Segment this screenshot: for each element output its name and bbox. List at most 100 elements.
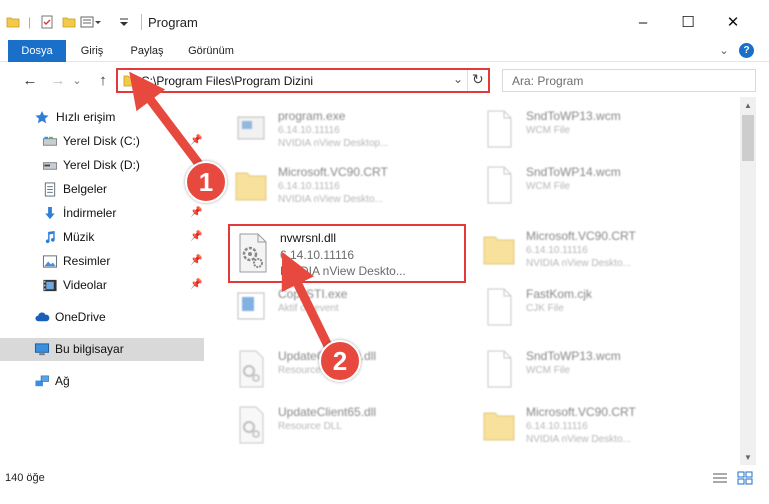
new-folder-icon[interactable] xyxy=(62,11,76,33)
scroll-thumb[interactable] xyxy=(742,115,754,161)
search-input[interactable]: Ara: Program xyxy=(512,74,583,88)
file-item[interactable]: Microsoft.VC90.CRT 6.14.10.11116 NVIDIA … xyxy=(230,161,465,217)
file-item[interactable]: SndToWP13.wcm WCM File xyxy=(478,345,713,401)
generic-file-icon xyxy=(487,288,512,326)
file-item[interactable]: SndToWP13.wcm WCM File xyxy=(478,105,713,161)
address-divider xyxy=(467,70,468,91)
pin-icon[interactable]: 📌 xyxy=(190,207,202,218)
tab-home[interactable]: Giriş xyxy=(70,40,114,62)
refresh-button[interactable]: ↻ xyxy=(472,71,484,88)
tab-file[interactable]: Dosya xyxy=(8,40,66,62)
sidebar-item-network[interactable]: Ağ xyxy=(0,370,204,393)
file-detail: CJK File xyxy=(526,303,564,314)
pin-icon[interactable]: 📌 xyxy=(190,135,202,146)
sidebar-item-onedrive[interactable]: OneDrive xyxy=(0,306,204,329)
details-view-icon[interactable] xyxy=(712,471,728,485)
sidebar-label: Videolar xyxy=(63,278,107,292)
callout-2: 2 xyxy=(319,340,361,382)
pin-icon[interactable]: 📌 xyxy=(190,255,202,266)
close-button[interactable]: ✕ xyxy=(722,12,744,32)
file-item[interactable]: Microsoft.VC90.CRT 6.14.10.11116 NVIDIA … xyxy=(478,401,713,457)
file-item[interactable]: Microsoft.VC90.CRT 6.14.10.11116 NVIDIA … xyxy=(478,225,713,281)
sidebar-item-pictures[interactable]: Resimler 📌 xyxy=(0,250,204,273)
folder-icon xyxy=(483,236,515,265)
address-path[interactable]: C:\Program Files\Program Dizini xyxy=(141,74,313,88)
folder-icon xyxy=(235,172,267,201)
file-item[interactable]: FastKom.cjk CJK File xyxy=(478,283,713,339)
sidebar-item-local-disk-d[interactable]: Yerel Disk (D:) xyxy=(0,154,204,177)
customize-toolbar-icon[interactable] xyxy=(118,11,130,33)
minimize-button[interactable]: – xyxy=(632,12,654,32)
file-detail: NVIDIA nView Desktop... xyxy=(278,138,389,149)
sidebar-label: OneDrive xyxy=(55,310,106,324)
file-name: CopySTI.exe xyxy=(278,287,348,301)
file-name: Microsoft.VC90.CRT xyxy=(278,165,388,179)
file-detail: Resource DLL xyxy=(278,421,342,432)
cloud-icon xyxy=(35,312,50,322)
file-detail: 6.14.10.11116 xyxy=(526,421,588,432)
help-button[interactable]: ? xyxy=(739,43,754,58)
scroll-up-icon[interactable]: ▲ xyxy=(740,97,756,113)
file-name: FastKom.cjk xyxy=(526,287,593,301)
file-name: SndToWP13.wcm xyxy=(526,109,621,123)
file-name: SndToWP14.wcm xyxy=(526,165,621,179)
sidebar-label: Yerel Disk (C:) xyxy=(63,134,140,148)
sidebar-item-documents[interactable]: Belgeler xyxy=(0,178,204,201)
pin-icon[interactable]: 📌 xyxy=(190,231,202,242)
drive-icon xyxy=(42,136,58,146)
file-item[interactable]: SndToWP14.wcm WCM File xyxy=(478,161,713,217)
title-bar: | Program – ☐ ✕ xyxy=(0,0,769,40)
folder-icon xyxy=(6,11,20,33)
network-icon xyxy=(35,375,49,387)
file-detail: NVIDIA nView Deskto... xyxy=(526,258,631,269)
address-bar[interactable]: C:\Program Files\Program Dizini ⌄ ↻ xyxy=(116,68,490,93)
scroll-down-icon[interactable]: ▼ xyxy=(740,449,756,465)
file-detail: 6.14.10.11116 xyxy=(526,245,588,256)
toolbar-separator: | xyxy=(28,15,32,29)
maximize-button[interactable]: ☐ xyxy=(677,12,699,32)
view-options-icon[interactable] xyxy=(80,11,102,33)
highlighted-file[interactable]: nvwrsnl.dll 6.14.10.11116 NVIDIA nView D… xyxy=(228,224,466,283)
address-folder-icon xyxy=(123,75,137,87)
file-item[interactable]: CopySTI.exe Aktif on event xyxy=(230,283,465,339)
download-icon xyxy=(45,206,55,220)
file-detail: WCM File xyxy=(526,181,570,192)
recent-locations-button[interactable]: ⌄ xyxy=(70,70,84,90)
forward-button[interactable]: → xyxy=(48,70,68,90)
sidebar-label: Resimler xyxy=(63,254,111,268)
sidebar-label: Bu bilgisayar xyxy=(55,342,124,356)
file-name: SndToWP13.wcm xyxy=(526,349,621,363)
callout-1: 1 xyxy=(185,161,227,203)
generic-file-icon xyxy=(487,350,512,388)
tab-share[interactable]: Paylaş xyxy=(122,40,172,62)
sidebar-item-videos[interactable]: Videolar 📌 xyxy=(0,274,204,297)
file-item[interactable]: UpdateClient65.dll Resource DLL xyxy=(230,401,465,457)
pin-icon[interactable]: 📌 xyxy=(190,279,202,290)
vertical-scrollbar[interactable]: ▲ ▼ xyxy=(740,97,756,465)
properties-icon[interactable] xyxy=(40,11,54,33)
sidebar-item-this-pc[interactable]: Bu bilgisayar xyxy=(0,338,204,361)
large-icons-view-icon[interactable] xyxy=(737,471,753,485)
sidebar-item-downloads[interactable]: İndirmeler 📌 xyxy=(0,202,204,225)
sidebar-item-quick-access[interactable]: Hızlı erişim xyxy=(0,106,204,129)
generic-file-icon xyxy=(487,110,512,148)
folder-icon xyxy=(483,412,515,441)
computer-icon xyxy=(34,343,50,356)
file-detail: NVIDIA nView Deskto... xyxy=(278,194,383,205)
status-bar: 140 öğe xyxy=(0,465,769,504)
back-button[interactable]: ← xyxy=(20,70,40,90)
file-item[interactable]: program.exe 6.14.10.11116 NVIDIA nView D… xyxy=(230,105,465,161)
search-box[interactable]: Ara: Program xyxy=(502,69,756,92)
up-button[interactable]: ↑ xyxy=(93,70,113,90)
address-dropdown-button[interactable]: ⌄ xyxy=(453,72,463,86)
expand-ribbon-button[interactable]: ⌄ xyxy=(716,40,732,62)
file-detail: WCM File xyxy=(526,125,570,136)
sidebar-item-music[interactable]: Müzik 📌 xyxy=(0,226,204,249)
exe-icon xyxy=(237,292,265,320)
sidebar-label: Müzik xyxy=(63,230,95,244)
sidebar-item-local-disk-c[interactable]: Yerel Disk (C:) 📌 xyxy=(0,130,204,153)
highlighted-file-description: NVIDIA nView Deskto... xyxy=(280,264,406,278)
tab-view[interactable]: Görünüm xyxy=(180,40,242,62)
file-name: program.exe xyxy=(278,109,346,123)
dll-icon xyxy=(239,406,264,444)
